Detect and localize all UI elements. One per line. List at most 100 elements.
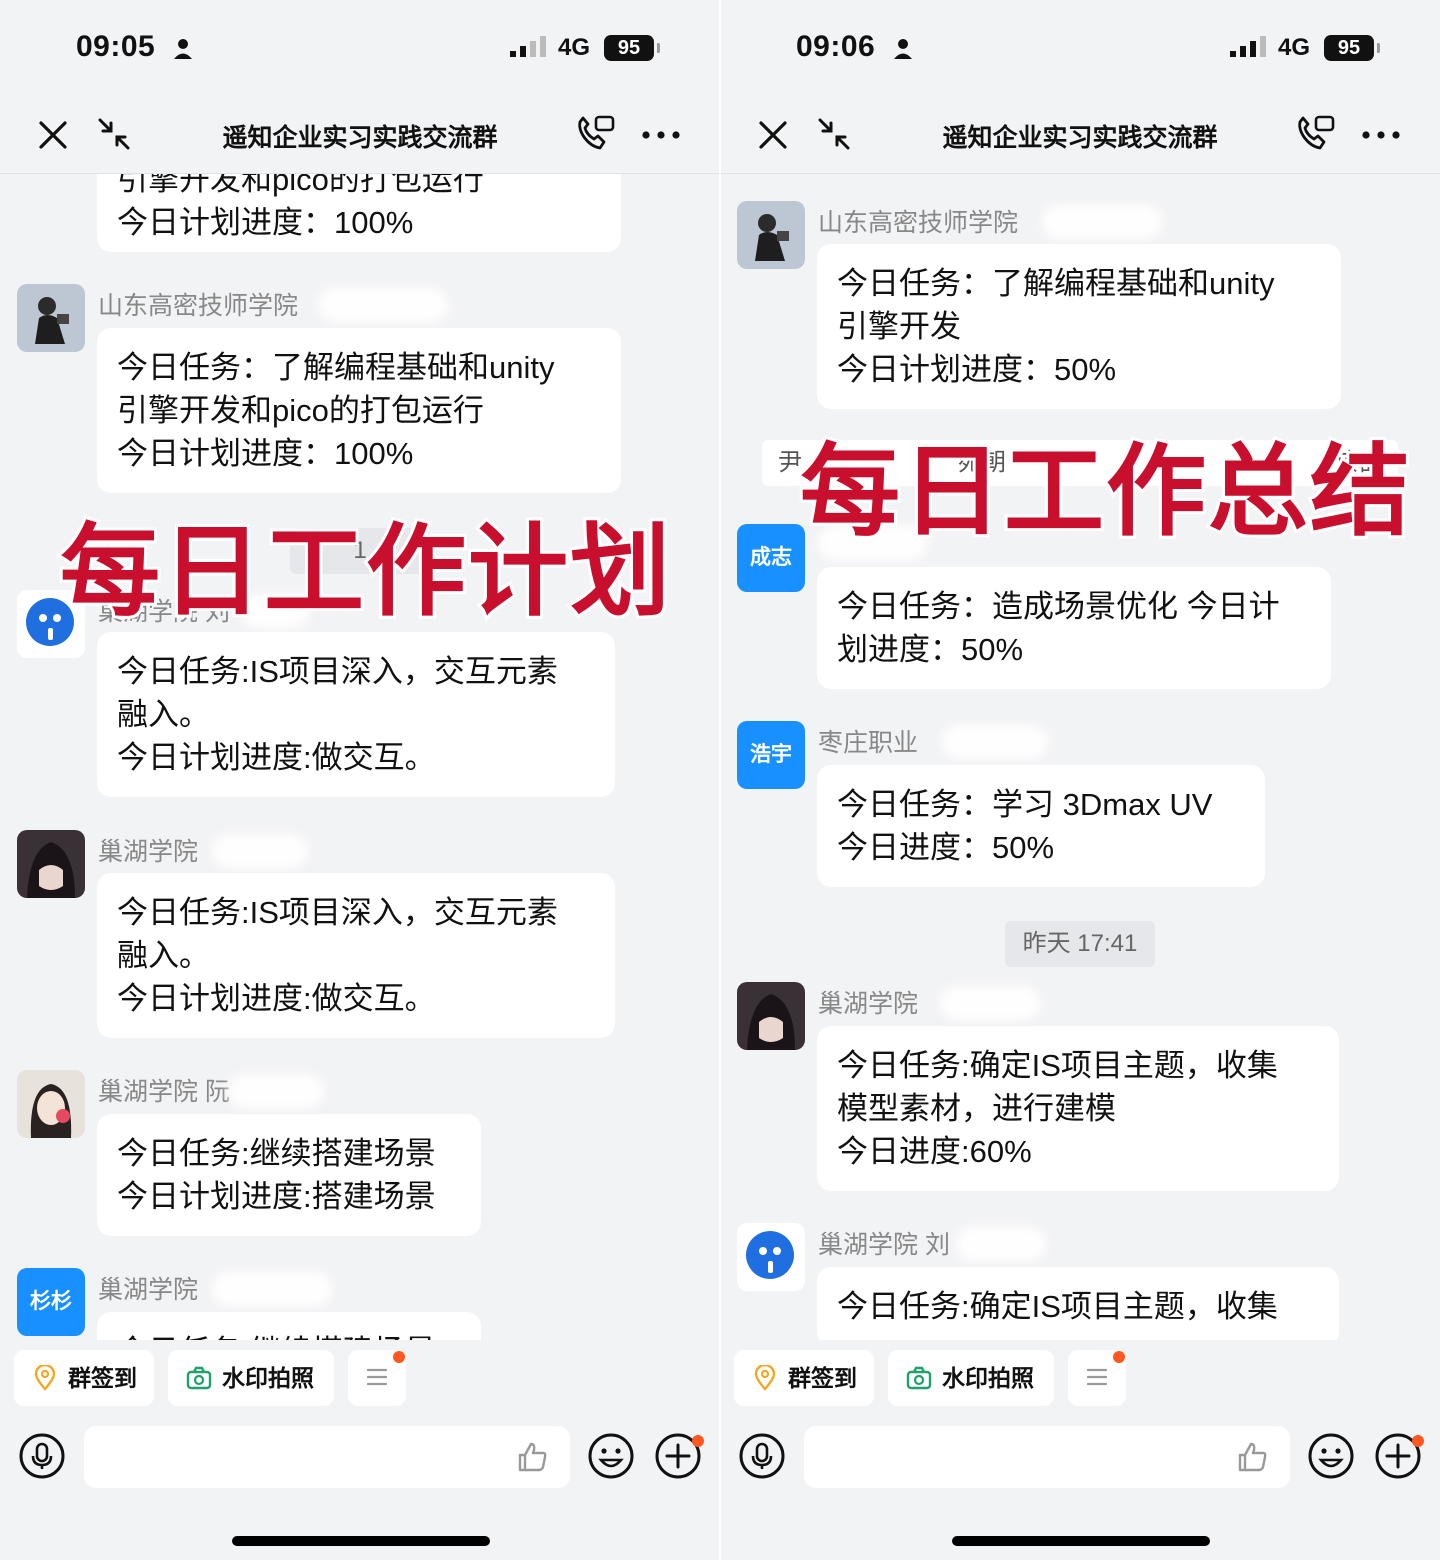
menu-icon xyxy=(1086,1368,1108,1386)
redaction-blur xyxy=(940,986,1040,1020)
status-time: 09:06 xyxy=(796,30,876,63)
notice-left: 尹 xyxy=(778,449,802,476)
sender-name: 巢湖学院 xyxy=(818,990,919,1018)
notification-dot xyxy=(1113,1351,1125,1363)
message-line: 今日任务：了解编程基础和unity xyxy=(117,350,555,385)
thumbs-up-icon[interactable] xyxy=(1236,1440,1270,1474)
message-line: 今日计划进度:做交互。 xyxy=(117,981,436,1016)
message-line: 今日计划进度：50% xyxy=(837,352,1117,387)
avatar[interactable] xyxy=(17,830,85,898)
avatar[interactable] xyxy=(737,1223,805,1291)
message-input-box[interactable] xyxy=(804,1426,1290,1488)
redaction-blur xyxy=(212,834,308,868)
redaction-blur xyxy=(318,288,448,322)
avatar[interactable] xyxy=(737,201,805,269)
message-line: 划进度：50% xyxy=(837,632,1024,667)
avatar[interactable]: 杉杉 xyxy=(17,1268,85,1336)
signal-icon xyxy=(510,36,546,57)
message-list[interactable]: 引擎开发和pico的打包运行 今日计划进度：100% 山东高密技师学院 今日任务… xyxy=(0,174,720,1340)
watermark-photo-button[interactable]: 水印拍照 xyxy=(888,1350,1054,1406)
notification-dot xyxy=(692,1435,704,1447)
message-line: 今日计划进度:做交互。 xyxy=(117,740,436,775)
home-indicator xyxy=(952,1536,1210,1546)
screen-divider xyxy=(719,0,721,1560)
message-line: 今日任务：学习 3Dmax UV xyxy=(837,787,1213,822)
notification-dot xyxy=(393,1351,405,1363)
battery-level: 95 xyxy=(604,35,660,61)
more-icon[interactable] xyxy=(640,120,682,150)
message-line: 融入。 xyxy=(117,938,210,973)
message-line: 今日任务:确定IS项目主题，收集 xyxy=(837,1289,1278,1324)
battery-level: 95 xyxy=(1324,35,1380,61)
sender-name: 山东高密技师学院 xyxy=(98,292,299,320)
quick-action-bar: 群签到 水印拍照 xyxy=(0,1350,720,1410)
notification-dot xyxy=(1412,1435,1424,1447)
redaction-blur xyxy=(956,1227,1046,1261)
microphone-icon[interactable] xyxy=(18,1432,66,1480)
sender-name: 巢湖学院 阮 xyxy=(98,1078,230,1106)
message-line: 今日计划进度：100% xyxy=(117,436,414,471)
phone-call-icon[interactable] xyxy=(1294,114,1336,152)
message-input[interactable] xyxy=(804,1426,1224,1488)
message-bubble: 今日任务:IS项目深入，交互元素 融入。 今日计划进度:做交互。 xyxy=(97,632,615,797)
avatar[interactable] xyxy=(17,1070,85,1138)
message-line: 融入。 xyxy=(117,697,210,732)
person-icon xyxy=(174,39,192,59)
microphone-icon[interactable] xyxy=(738,1432,786,1480)
message-bubble: 今日任务：了解编程基础和unity 引擎开发和pico的打包运行 今日计划进度：… xyxy=(97,328,621,493)
sender-name: 山东高密技师学院 xyxy=(818,209,1019,237)
overlay-caption: 每日工作计划 xyxy=(57,510,673,633)
camera-icon xyxy=(906,1366,932,1390)
message-line: 模型素材，进行建模 xyxy=(837,1091,1116,1126)
message-input[interactable] xyxy=(84,1426,504,1488)
overlay-caption: 每日工作总结 xyxy=(797,430,1413,553)
emoji-icon[interactable] xyxy=(1307,1432,1355,1480)
checkin-label: 群签到 xyxy=(68,1365,137,1391)
left-phone-screen: 09:05 4G 95 遥知企业实习实践交流群 引擎开发和pico的打包运行 今… xyxy=(0,0,720,1560)
message-list[interactable]: 山东高密技师学院 今日任务：了解编程基础和unity 引擎开发 今日计划进度：5… xyxy=(720,174,1440,1340)
network-type: 4G xyxy=(558,34,591,61)
emoji-icon[interactable] xyxy=(587,1432,635,1480)
location-icon xyxy=(754,1365,776,1391)
status-bar: 09:05 4G 95 xyxy=(0,0,720,96)
message-bubble: 今日任务：造成场景优化 今日计 划进度：50% xyxy=(817,567,1331,689)
more-icon[interactable] xyxy=(1360,120,1402,150)
watermark-photo-button[interactable]: 水印拍照 xyxy=(168,1350,334,1406)
network-type: 4G xyxy=(1278,34,1311,61)
avatar[interactable] xyxy=(17,284,85,352)
message-line: 今日任务:继续搭建场景 xyxy=(117,1136,436,1171)
watermark-label: 水印拍照 xyxy=(942,1365,1034,1391)
input-bar xyxy=(720,1426,1440,1492)
avatar[interactable]: 成志 xyxy=(737,524,805,592)
message-line: 今日任务:确定IS项目主题，收集 xyxy=(837,1048,1278,1083)
person-icon xyxy=(894,39,912,59)
message-input-box[interactable] xyxy=(84,1426,570,1488)
message-line: 今日任务:IS项目深入，交互元素 xyxy=(117,895,558,930)
message-bubble: 今日任务:确定IS项目主题，收集 模型素材，进行建模 今日进度:60% xyxy=(817,1026,1339,1191)
message-line: 今日任务:继续搭建场景 xyxy=(117,1330,461,1340)
message-line: 引擎开发和pico的打包运行 xyxy=(117,393,484,428)
signal-icon xyxy=(1230,36,1266,57)
message-bubble: 今日任务：了解编程基础和unity 引擎开发 今日计划进度：50% xyxy=(817,244,1341,409)
phone-call-icon[interactable] xyxy=(574,114,616,152)
menu-icon xyxy=(366,1368,388,1386)
chat-header: 遥知企业实习实践交流群 xyxy=(720,96,1440,174)
chat-header: 遥知企业实习实践交流群 xyxy=(0,96,720,174)
checkin-label: 群签到 xyxy=(788,1365,857,1391)
checkin-button[interactable]: 群签到 xyxy=(14,1350,154,1406)
message-line: 今日任务：了解编程基础和unity xyxy=(837,266,1275,301)
message-line: 引擎开发 xyxy=(837,309,961,344)
thumbs-up-icon[interactable] xyxy=(516,1440,550,1474)
input-bar xyxy=(0,1426,720,1492)
location-icon xyxy=(34,1365,56,1391)
redaction-blur xyxy=(1042,205,1162,239)
checkin-button[interactable]: 群签到 xyxy=(734,1350,874,1406)
watermark-label: 水印拍照 xyxy=(222,1365,314,1391)
avatar[interactable]: 浩宇 xyxy=(737,721,805,789)
avatar[interactable] xyxy=(737,982,805,1050)
message-bubble: 今日任务：学习 3Dmax UV 今日进度：50% xyxy=(817,765,1265,887)
message-line: 今日任务:IS项目深入，交互元素 xyxy=(117,654,558,689)
message-bubble: 今日任务:继续搭建场景 xyxy=(97,1312,481,1340)
redaction-blur xyxy=(942,725,1048,759)
time-chip: 昨天 17:41 xyxy=(1005,921,1155,967)
